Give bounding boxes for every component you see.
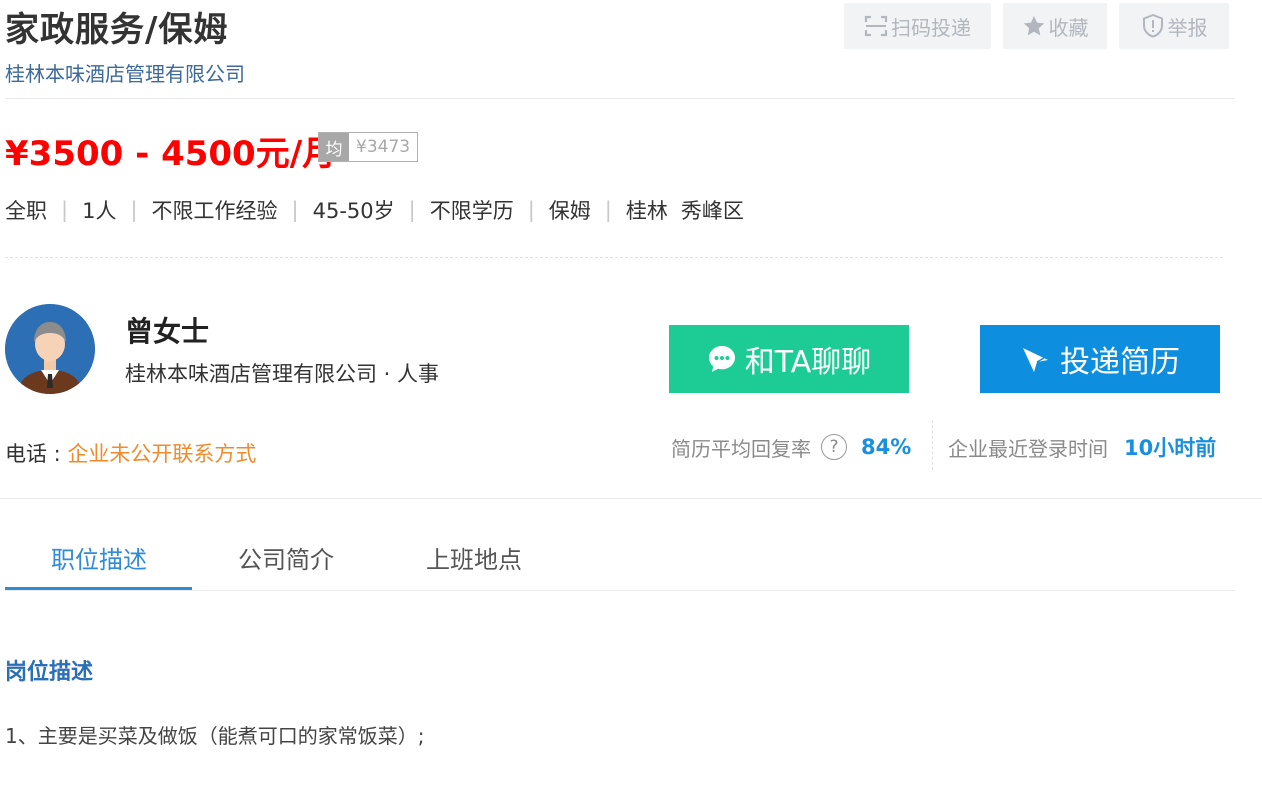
tag-separator: | (291, 198, 299, 222)
section-divider (0, 498, 1262, 499)
tags-divider (5, 257, 1223, 258)
favorite-label: 收藏 (1048, 15, 1089, 40)
stats-divider (932, 420, 933, 470)
tag-city: 桂林 (625, 199, 668, 223)
job-title: 家政服务/保姆 (5, 10, 229, 50)
star-icon (1023, 16, 1044, 36)
job-tags: 全职 | 1人 | 不限工作经验 | 45-50岁 | 不限学历 | 保姆 | … (5, 195, 744, 225)
section-heading: 岗位描述 (5, 660, 94, 685)
tag-experience: 不限工作经验 (151, 199, 278, 223)
tag-separator: | (130, 198, 138, 222)
average-value: ¥3473 (356, 137, 411, 157)
tag-separator: | (527, 198, 535, 222)
tag-separator: | (61, 198, 69, 222)
tabs-divider (5, 590, 1235, 591)
job-detail-page: 家政服务/保姆 桂林本味酒店管理有限公司 扫码投递 收藏 举报 ¥3500 - … (0, 0, 1262, 798)
description-line: 1、主要是买菜及做饭（能煮可口的家常饭菜）; (5, 724, 425, 748)
scan-icon (864, 15, 888, 37)
avatar[interactable] (5, 304, 95, 394)
report-label: 举报 (1167, 15, 1208, 40)
tag-education: 不限学历 (429, 199, 514, 223)
send-arrow-icon (1023, 348, 1048, 372)
tag-headcount: 1人 (82, 199, 117, 223)
reply-rate-stat: 简历平均回复率 ? 84% (671, 432, 911, 462)
report-button[interactable]: 举报 (1119, 3, 1229, 49)
phone-label: 电话 : (5, 442, 68, 466)
tag-category: 保姆 (548, 199, 591, 223)
tab-job-description[interactable]: 职位描述 (51, 540, 147, 575)
tab-company-intro[interactable]: 公司简介 (238, 540, 334, 575)
tag-separator: | (604, 198, 612, 222)
recruiter-name: 曾女士 (125, 315, 210, 348)
contact-phone: 电话 : 企业未公开联系方式 (5, 438, 256, 468)
recruiter-avatar-illustration (5, 304, 95, 394)
apply-button-label: 投递简历 (1060, 345, 1180, 380)
company-link[interactable]: 桂林本味酒店管理有限公司 (5, 58, 245, 87)
salary-range: ¥3500 - 4500元/月 (5, 134, 337, 174)
apply-resume-button[interactable]: 投递简历 (980, 325, 1220, 393)
header-divider (5, 98, 1235, 99)
scan-apply-label: 扫码投递 (891, 15, 971, 40)
tag-job-type: 全职 (5, 199, 47, 223)
shield-icon (1142, 13, 1163, 38)
recruiter-company-role: 桂林本味酒店管理有限公司 · 人事 (125, 362, 440, 386)
tag-age: 45-50岁 (312, 199, 395, 223)
last-login-label: 企业最近登录时间 (948, 436, 1108, 461)
chat-button-label: 和TA聊聊 (744, 345, 872, 380)
average-label: 均 (319, 133, 349, 161)
question-circle-icon[interactable]: ? (821, 434, 847, 460)
last-login-value: 10小时前 (1124, 436, 1217, 460)
tab-work-location[interactable]: 上班地点 (426, 540, 522, 575)
chat-bubble-icon (708, 346, 735, 372)
favorite-button[interactable]: 收藏 (1003, 3, 1107, 49)
reply-rate-label: 简历平均回复率 (671, 436, 811, 461)
reply-rate-value: 84% (861, 435, 912, 459)
last-login-stat: 企业最近登录时间 10小时前 (948, 432, 1216, 462)
phone-value: 企业未公开联系方式 (67, 442, 257, 466)
scan-apply-button[interactable]: 扫码投递 (844, 3, 991, 49)
average-salary-badge: 均 ¥3473 (318, 132, 419, 162)
chat-button[interactable]: 和TA聊聊 (669, 325, 909, 393)
tag-separator: | (408, 198, 416, 222)
tag-district: 秀峰区 (680, 199, 744, 223)
